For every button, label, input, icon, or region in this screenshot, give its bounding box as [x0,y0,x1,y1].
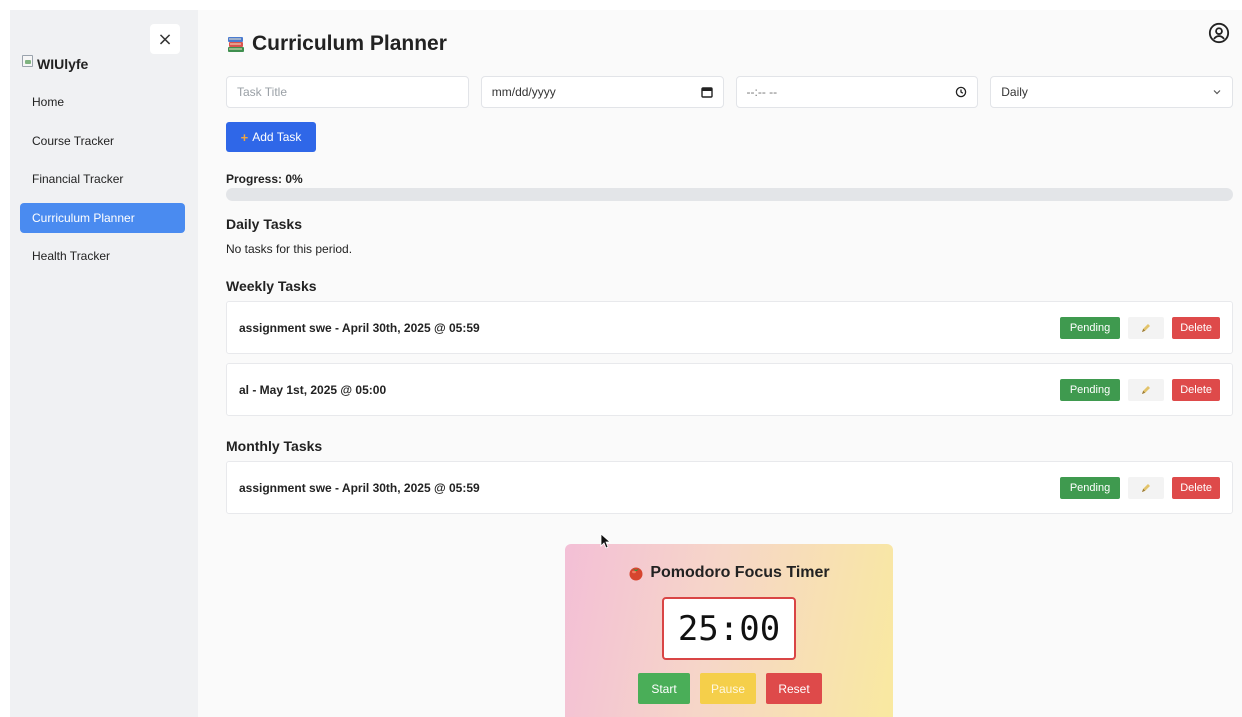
pomodoro-timer-panel: Pomodoro Focus Timer 25:00 Start Pause R… [565,544,893,717]
delete-button[interactable]: Delete [1172,378,1220,401]
sidebar-item-label: Curriculum Planner [32,210,135,225]
user-circle-icon[interactable] [1208,22,1230,44]
delete-button[interactable]: Delete [1172,476,1220,499]
frequency-select[interactable]: Daily [990,76,1233,108]
pending-status-button[interactable]: Pending [1059,476,1121,499]
timer-controls: Start Pause Reset [638,673,822,704]
sidebar-item-label: Course Tracker [32,133,115,148]
sidebar-item-course-tracker[interactable]: Course Tracker [20,126,185,156]
sidebar-item-financial-tracker[interactable]: Financial Tracker [20,164,185,194]
time-field[interactable]: --:-- -- [735,76,979,108]
sidebar-item-label: Health Tracker [32,249,111,263]
sidebar-item-curriculum-planner[interactable]: Curriculum Planner [20,202,185,233]
task-row: assignment swe - April 30th, 2025 @ 05:5… [226,461,1233,514]
pencil-icon [1142,323,1151,332]
pencil-icon [1142,385,1151,394]
reset-button[interactable]: Reset [766,673,822,704]
tomato-icon [629,567,643,581]
broken-image-icon [22,55,33,67]
calendar-icon[interactable] [700,86,713,98]
task-actions: Pending Delete [1059,316,1220,339]
task-actions: Pending Delete [1059,476,1220,499]
pomodoro-title: Pomodoro Focus Timer [565,564,893,582]
monthly-tasks-heading: Monthly Tasks [226,438,323,454]
edit-button[interactable] [1128,316,1165,339]
edit-button[interactable] [1128,378,1165,401]
pending-status-button[interactable]: Pending [1059,378,1121,401]
task-text: assignment swe - April 30th, 2025 @ 05:5… [239,320,480,335]
brand-name: WIUlyfe [37,56,89,72]
close-sidebar-button[interactable]: × [150,24,180,54]
frequency-value: Daily [1001,85,1028,99]
task-actions: Pending Delete [1059,378,1220,401]
weekly-tasks-heading: Weekly Tasks [226,278,317,294]
task-row: assignment swe - April 30th, 2025 @ 05:5… [226,301,1233,354]
task-text: al - May 1st, 2025 @ 05:00 [239,382,387,397]
close-icon: × [157,28,173,50]
brand: WIUlyfe [22,50,88,72]
progress-bar [226,188,1233,201]
progress-label: Progress: 0% [226,172,303,186]
task-form: mm/dd/yyyy --:-- -- Daily [226,76,1233,108]
pomodoro-title-text: Pomodoro Focus Timer [650,564,830,581]
task-row: al - May 1st, 2025 @ 05:00 Pending Delet… [226,363,1233,416]
date-field[interactable]: mm/dd/yyyy [480,76,724,108]
pending-status-button[interactable]: Pending [1059,316,1121,339]
pencil-icon [1142,483,1151,492]
sidebar-item-home[interactable]: Home [20,87,185,117]
task-title-input[interactable] [237,85,458,99]
sidebar-item-label: Financial Tracker [32,172,124,186]
sidebar-item-label: Home [32,95,65,109]
sidebar-nav: Home Course Tracker Financial Tracker Cu… [20,87,185,280]
daily-tasks-heading: Daily Tasks [226,216,303,232]
plus-icon: + [240,129,249,145]
time-placeholder: --:-- -- [746,85,778,99]
pause-button[interactable]: Pause [700,673,756,704]
date-placeholder: mm/dd/yyyy [491,85,556,99]
clock-icon[interactable] [955,86,967,98]
sidebar: × WIUlyfe Home Course Tracker Financial … [10,10,198,717]
timer-display: 25:00 [662,597,796,660]
books-icon [228,37,244,52]
main-content: Curriculum Planner mm/dd/yyyy --:-- -- [198,10,1242,717]
edit-button[interactable] [1128,476,1165,499]
task-title-field[interactable] [226,76,469,108]
app-window: × WIUlyfe Home Course Tracker Financial … [10,10,1242,717]
sidebar-item-health-tracker[interactable]: Health Tracker [20,241,185,271]
page-title-text: Curriculum Planner [252,32,447,55]
mouse-cursor-icon [600,533,612,549]
task-text: assignment swe - April 30th, 2025 @ 05:5… [239,480,480,495]
delete-button[interactable]: Delete [1172,316,1220,339]
add-task-button[interactable]: + Add Task [226,122,316,152]
add-task-label: Add Task [252,130,302,144]
daily-empty-text: No tasks for this period. [226,242,353,256]
page-title: Curriculum Planner [226,32,447,56]
start-button[interactable]: Start [638,673,690,704]
chevron-down-icon [1213,90,1221,95]
